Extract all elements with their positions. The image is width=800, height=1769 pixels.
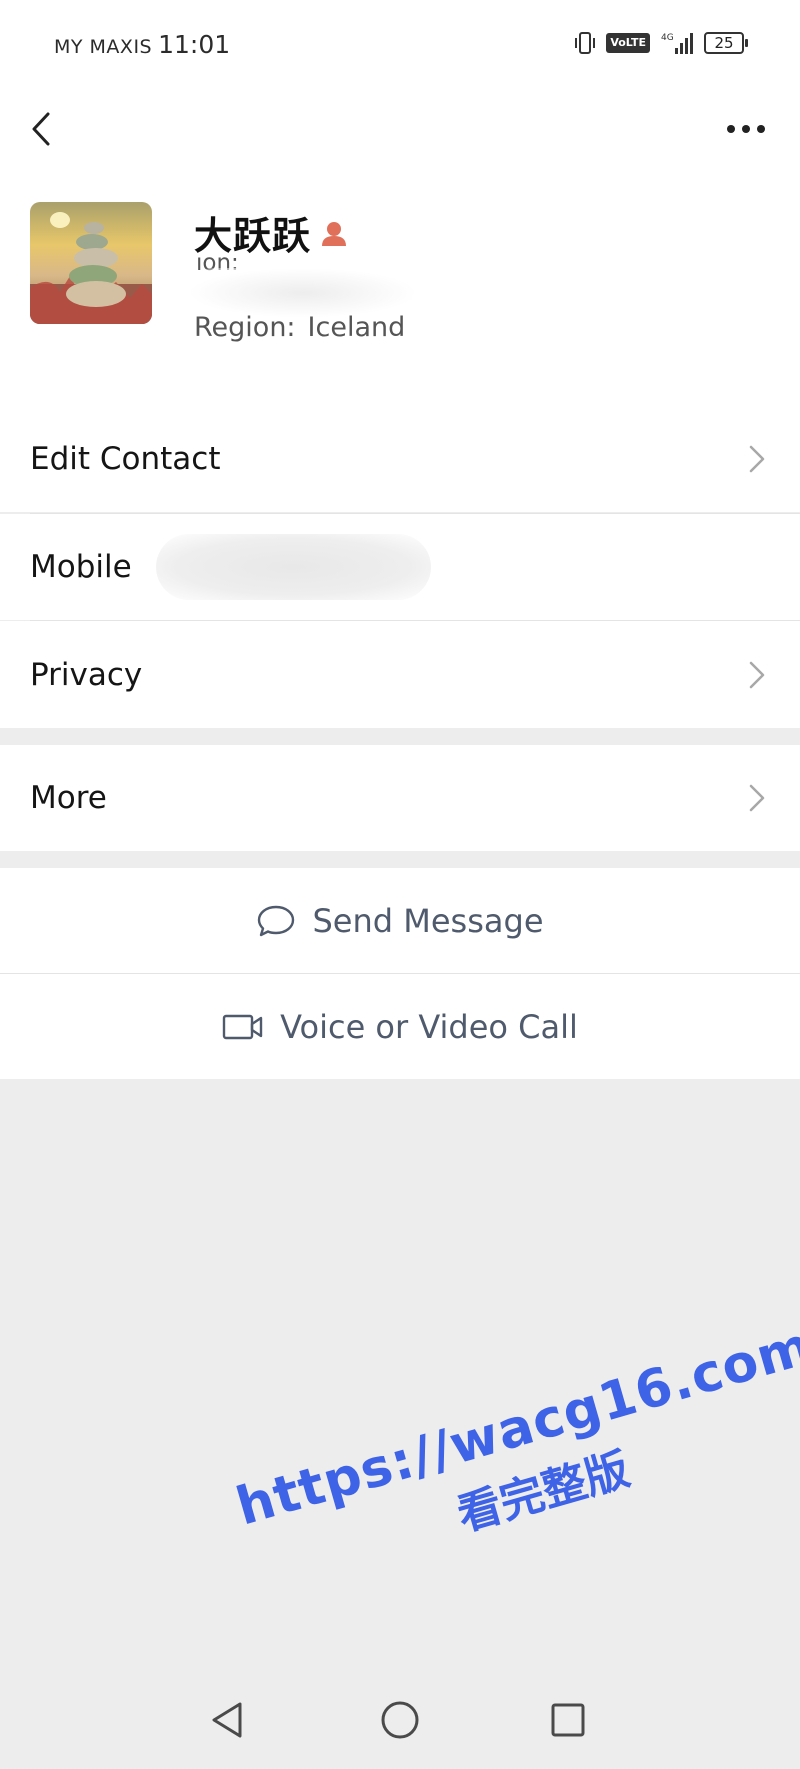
privacy-label: Privacy [30, 656, 143, 693]
avatar[interactable] [30, 202, 152, 324]
chevron-right-icon [749, 784, 765, 812]
nav-back-icon[interactable] [206, 1698, 250, 1742]
network-type: 4G [661, 33, 674, 43]
redacted-phone-number [156, 534, 431, 600]
top-nav-bar [0, 92, 800, 180]
voice-video-call-button[interactable]: Voice or Video Call [0, 974, 800, 1079]
mobile-label: Mobile [30, 549, 132, 585]
system-navigation-bar [0, 1680, 800, 1769]
chevron-left-icon [32, 112, 50, 146]
back-button[interactable] [18, 104, 64, 154]
battery-icon: 25 [704, 32, 748, 54]
more-label: More [30, 780, 107, 816]
more-item[interactable]: More [0, 745, 800, 851]
carrier-name: MY MAXIS [54, 36, 153, 58]
edit-contact-item[interactable]: Edit Contact [0, 406, 800, 512]
profile-header: 大跃跃 ıon: Region: Iceland [0, 180, 800, 406]
region-label: Region: [194, 312, 296, 343]
signal-icon: 4G [661, 33, 693, 54]
region-row: Region: Iceland [194, 312, 405, 343]
chat-bubble-icon [258, 905, 295, 936]
more-options-button[interactable] [718, 104, 774, 154]
send-message-button[interactable]: Send Message [0, 868, 800, 973]
chevron-right-icon [749, 445, 765, 473]
privacy-item[interactable]: Privacy [0, 621, 800, 728]
watermark: https://wacg16.com 看完整版 [230, 1316, 800, 1601]
status-left: MY MAXIS 11:01 [54, 30, 230, 59]
mobile-item[interactable]: Mobile [0, 514, 800, 620]
person-badge-icon [322, 221, 347, 246]
vibrate-icon [575, 32, 596, 54]
volte-badge: VoLTE [606, 33, 650, 53]
region-value: Iceland [307, 312, 406, 343]
avatar-image [30, 202, 152, 324]
status-right: VoLTE 4G 25 [573, 30, 748, 56]
chevron-right-icon [749, 661, 765, 688]
video-camera-icon [222, 1014, 263, 1039]
send-message-label: Send Message [312, 901, 544, 940]
nav-home-icon[interactable] [378, 1698, 422, 1742]
edit-contact-label: Edit Contact [30, 441, 221, 477]
call-label: Voice or Video Call [280, 1007, 578, 1046]
nav-recents-icon[interactable] [546, 1698, 590, 1742]
ellipsis-icon [727, 125, 765, 133]
redacted-area [188, 268, 418, 318]
status-bar: MY MAXIS 11:01 VoLTE 4G 25 [0, 0, 800, 92]
contact-profile-page: MY MAXIS 11:01 VoLTE 4G 25 大跃跃 ıon: Regi… [0, 0, 800, 1769]
clock: 11:01 [158, 30, 231, 59]
